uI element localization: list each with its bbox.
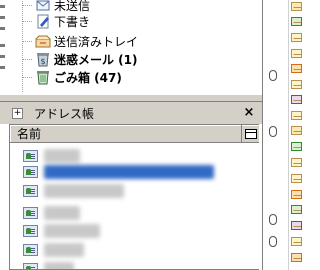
trash-icon: [35, 70, 51, 85]
folder-label: 送信済みトレイ: [54, 35, 139, 49]
contact-name: ██████: [44, 148, 80, 163]
folder-trash[interactable]: ごみ箱 (47): [22, 69, 122, 86]
contact-card-icon: [23, 243, 38, 256]
contact-list[interactable]: 名前 ██████ ████████████████ ███████████ █…: [9, 124, 259, 270]
envelope-icon: [291, 126, 302, 135]
contact-name: ██████: [44, 242, 84, 257]
contact-row[interactable]: ██████: [10, 204, 258, 221]
folder-sent[interactable]: 送信済みトレイ: [22, 33, 138, 50]
contact-card-icon: [23, 165, 38, 178]
envelope-icon: [291, 95, 302, 104]
envelope-icon: [291, 174, 302, 183]
column-divider: [288, 0, 289, 270]
contact-name: ████: [44, 261, 74, 269]
contact-row[interactable]: ███████████: [10, 182, 258, 199]
tree-scroll-edge: [0, 0, 6, 94]
contact-card-icon: [23, 149, 38, 162]
contact-name: ████████: [44, 223, 100, 238]
envelope-icon: [291, 80, 302, 89]
envelope-icon: [291, 221, 302, 230]
contact-card-icon: [23, 184, 38, 197]
folder-label: ごみ箱 (47): [54, 71, 122, 85]
folder-drafts[interactable]: 下書き: [22, 13, 90, 30]
column-label: 名前: [17, 127, 42, 141]
envelope-icon: [291, 64, 302, 73]
contact-card-icon: [23, 262, 38, 269]
svg-text:$: $: [40, 57, 45, 66]
pane-splitter[interactable]: [0, 94, 262, 102]
contact-row[interactable]: ████████: [10, 222, 258, 239]
outbox-icon: [35, 0, 51, 13]
expand-toggle-icon[interactable]: +: [12, 107, 23, 119]
attachment-icon: [269, 126, 277, 137]
envelope-icon: [291, 190, 302, 199]
attachment-icon: [269, 214, 277, 225]
envelope-icon: [291, 49, 302, 58]
address-book-header: + アドレス帳 ×: [0, 102, 262, 124]
folder-junk[interactable]: $ 迷惑メール (1): [22, 51, 138, 68]
contact-name: ████████████████: [44, 164, 214, 179]
contact-row[interactable]: ██████: [10, 147, 258, 164]
contact-row[interactable]: ██████: [10, 241, 258, 258]
envelope-icon: [291, 111, 302, 120]
contact-card-icon: [23, 224, 38, 237]
column-picker-button[interactable]: [241, 125, 259, 142]
junk-icon: $: [35, 52, 51, 67]
envelope-icon: [291, 205, 302, 214]
envelope-icon: [291, 2, 302, 11]
address-book-title: アドレス帳: [34, 106, 95, 121]
folder-label: 未送信: [54, 0, 91, 13]
message-list-fragment[interactable]: [262, 0, 302, 270]
contact-card-icon: [23, 206, 38, 219]
contact-name: ██████: [44, 205, 80, 220]
envelope-icon: [291, 33, 302, 42]
sent-icon: [35, 34, 51, 49]
contact-row-selected[interactable]: ████████████████: [10, 163, 258, 180]
envelope-icon: [291, 253, 302, 262]
contact-row[interactable]: ████: [10, 260, 258, 269]
column-picker-icon: [244, 128, 257, 139]
folder-outbox[interactable]: 未送信: [22, 0, 90, 14]
folder-tree: 未送信 下書き 送信済みトレイ $ 迷惑メール (1) ごみ箱 (47): [0, 0, 262, 94]
attachment-icon: [269, 70, 277, 81]
envelope-icon: [291, 142, 302, 151]
drafts-icon: [35, 14, 51, 29]
attachment-icon: [269, 236, 277, 247]
name-column-header[interactable]: 名前: [10, 125, 259, 143]
contact-name: ███████████: [44, 183, 124, 198]
folder-label: 迷惑メール (1): [54, 53, 138, 67]
envelope-icon: [291, 237, 302, 246]
close-icon[interactable]: ×: [242, 105, 256, 120]
envelope-icon: [291, 17, 302, 26]
envelope-icon: [291, 158, 302, 167]
folder-label: 下書き: [54, 15, 91, 29]
